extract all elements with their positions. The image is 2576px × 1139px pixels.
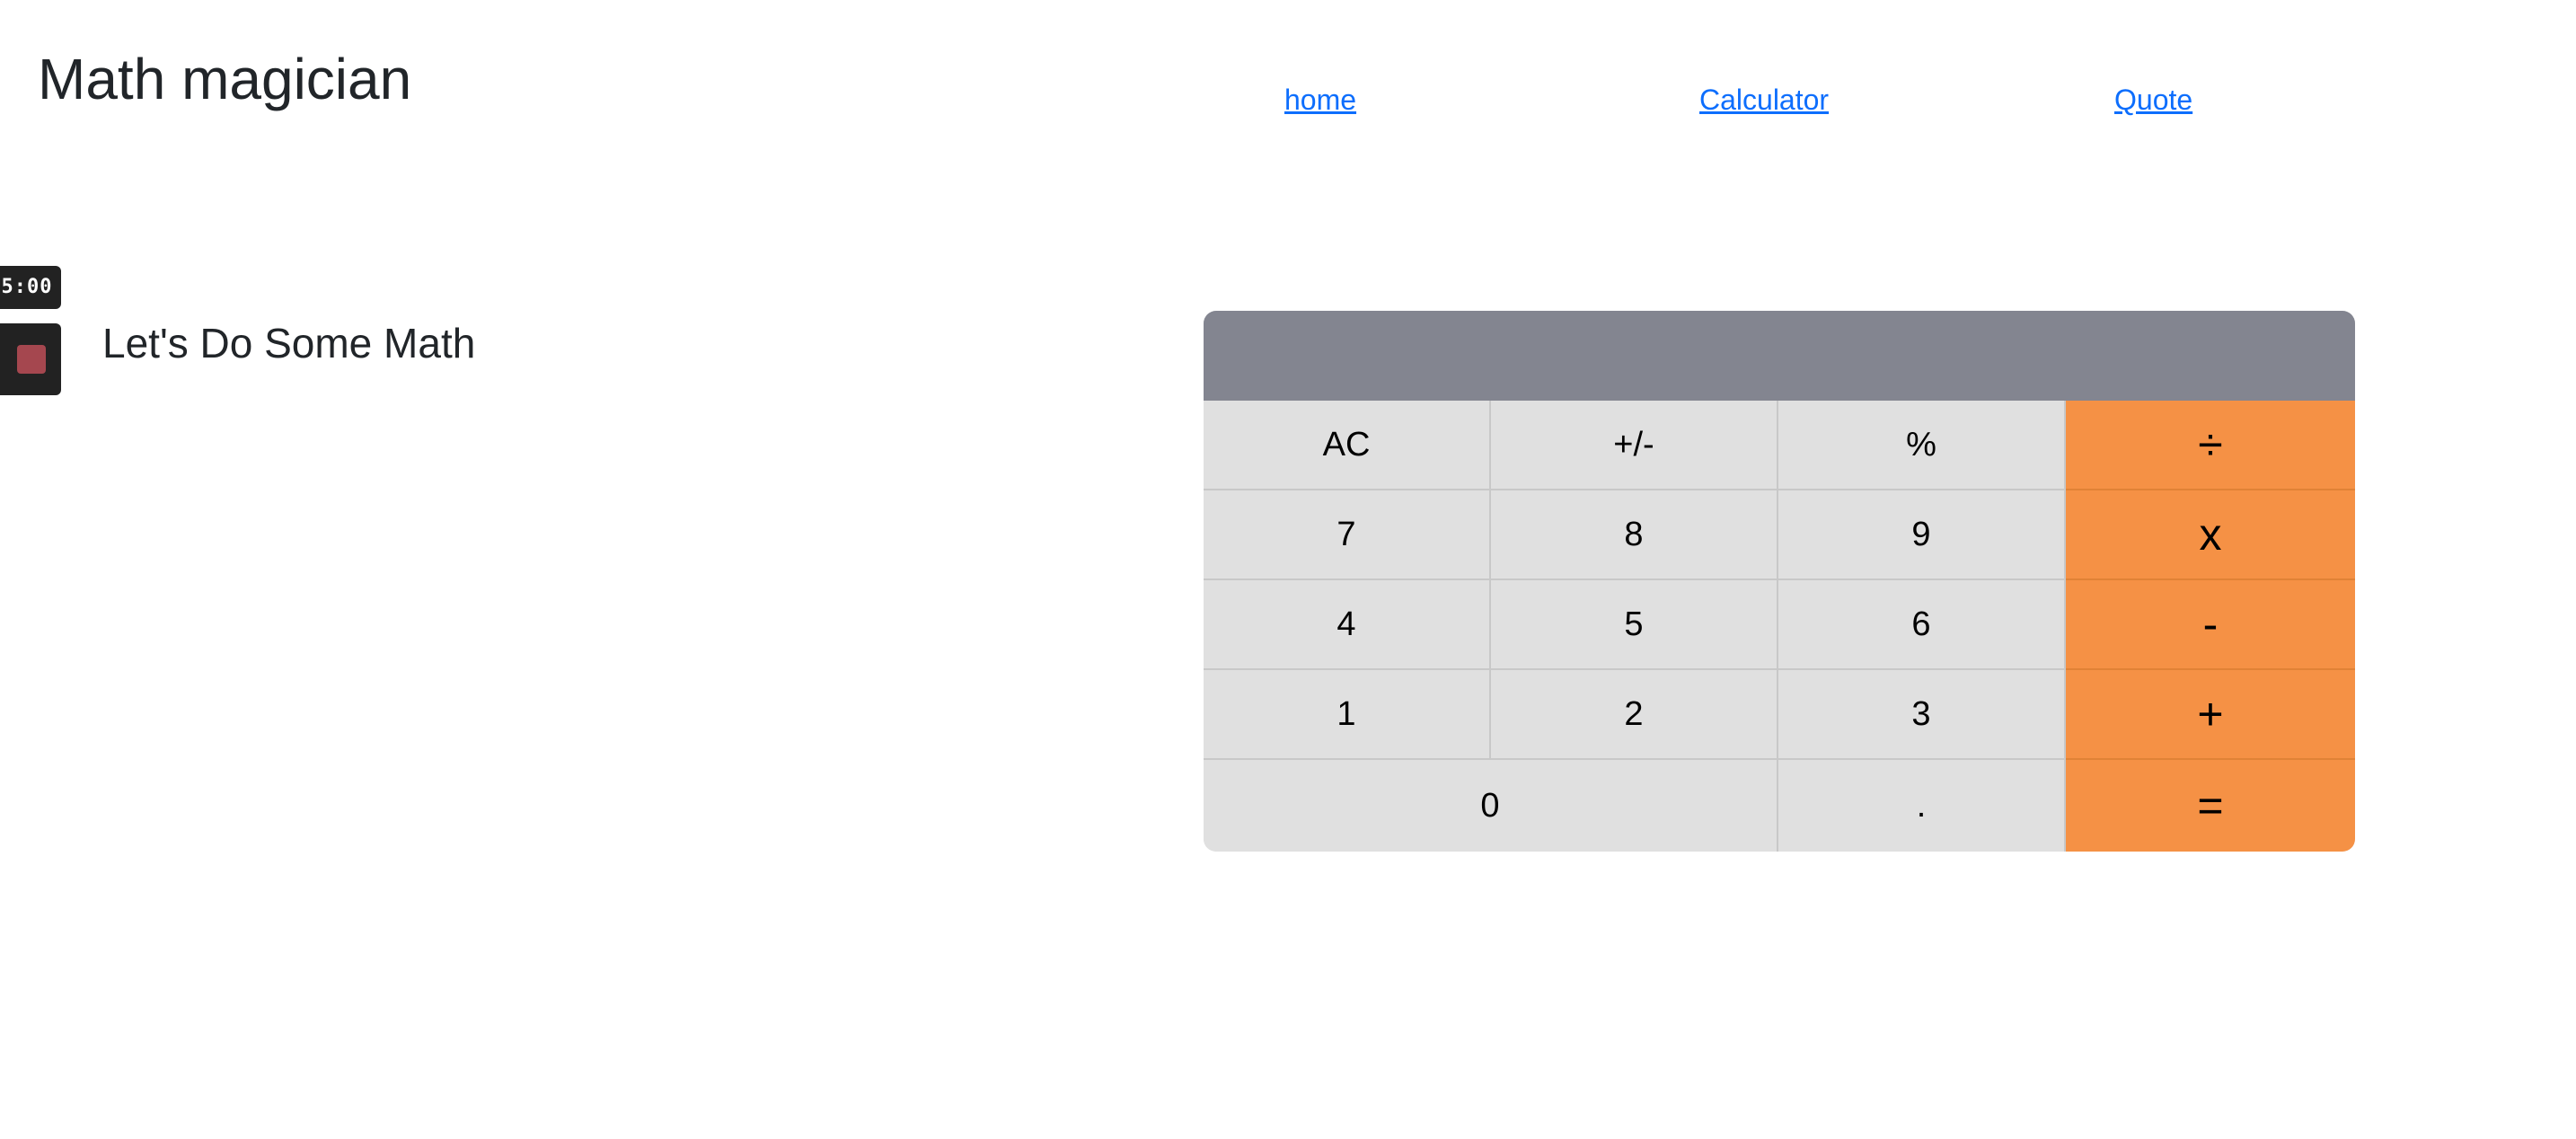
key-decimal[interactable]: .	[1778, 760, 2066, 852]
calculator-display	[1204, 311, 2355, 401]
key-8[interactable]: 8	[1491, 490, 1778, 580]
calculator: AC +/- % ÷ 7 8 9 x 4 5 6 - 1 2 3 + 0 . =	[1204, 311, 2355, 852]
app-title: Math magician	[38, 47, 412, 111]
page: Math magician home Calculator Quote 5:00…	[0, 0, 2576, 1139]
key-7[interactable]: 7	[1204, 490, 1491, 580]
key-9[interactable]: 9	[1778, 490, 2066, 580]
key-toggle-sign[interactable]: +/-	[1491, 401, 1778, 490]
key-1[interactable]: 1	[1204, 670, 1491, 760]
key-0[interactable]: 0	[1204, 760, 1778, 852]
stop-icon	[17, 345, 46, 374]
key-equals[interactable]: =	[2066, 760, 2355, 852]
key-2[interactable]: 2	[1491, 670, 1778, 760]
key-multiply[interactable]: x	[2066, 490, 2355, 580]
key-subtract[interactable]: -	[2066, 580, 2355, 670]
key-4[interactable]: 4	[1204, 580, 1491, 670]
nav-link-quote[interactable]: Quote	[2114, 83, 2192, 117]
key-add[interactable]: +	[2066, 670, 2355, 760]
key-3[interactable]: 3	[1778, 670, 2066, 760]
key-divide[interactable]: ÷	[2066, 401, 2355, 490]
key-6[interactable]: 6	[1778, 580, 2066, 670]
key-5[interactable]: 5	[1491, 580, 1778, 670]
recording-stop-button[interactable]	[0, 323, 61, 395]
key-all-clear[interactable]: AC	[1204, 401, 1491, 490]
nav-link-calculator[interactable]: Calculator	[1699, 83, 1829, 117]
nav-link-home[interactable]: home	[1284, 83, 1356, 117]
page-heading: Let's Do Some Math	[102, 320, 476, 366]
recording-timer: 5:00	[0, 266, 61, 309]
key-percent[interactable]: %	[1778, 401, 2066, 490]
